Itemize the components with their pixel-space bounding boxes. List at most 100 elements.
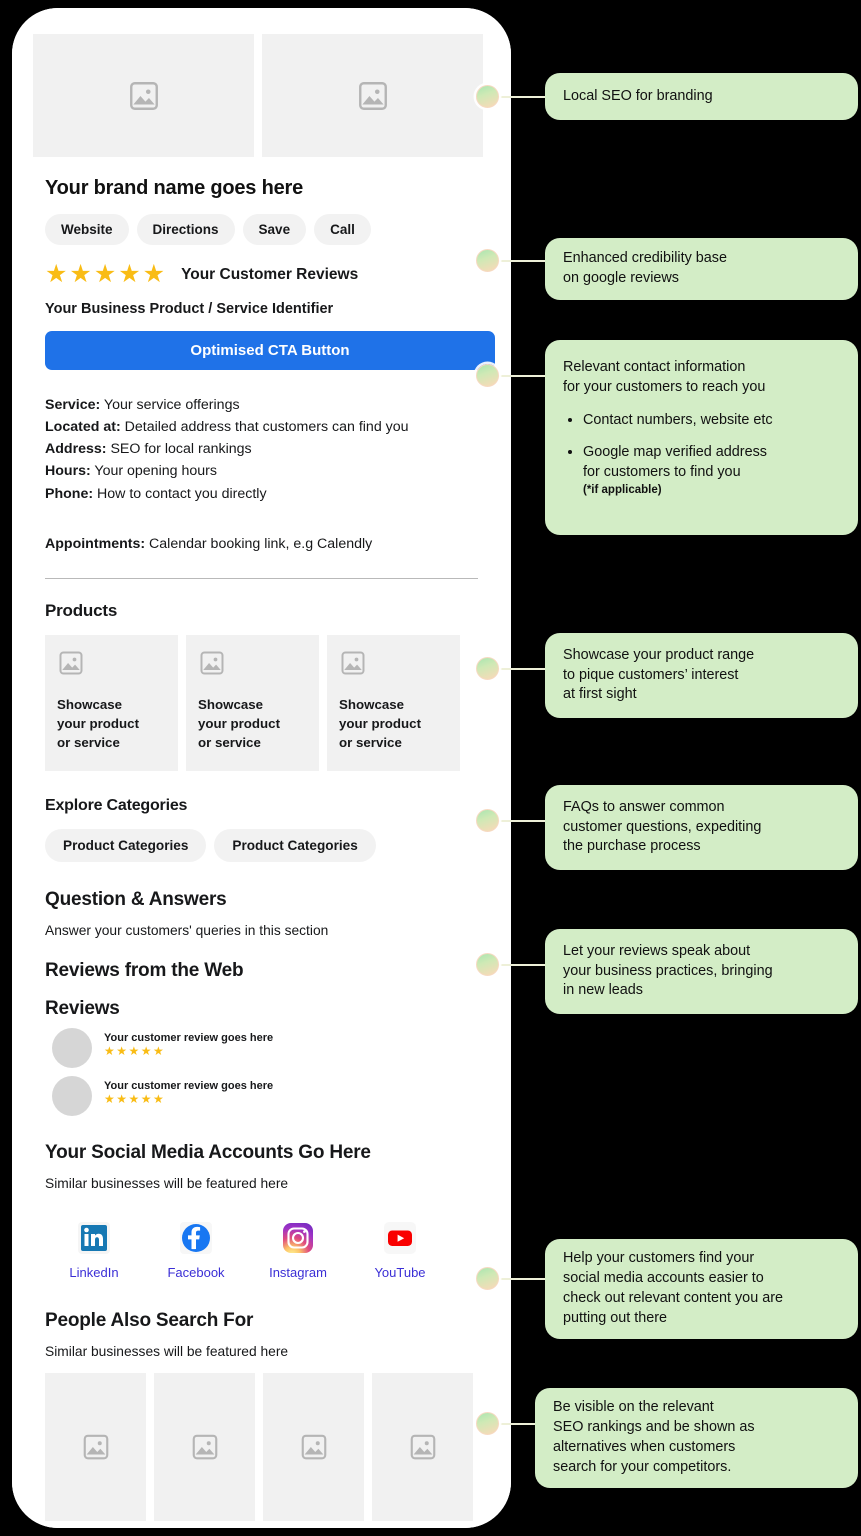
reviews-web-heading: Reviews from the Web xyxy=(45,959,244,981)
contact-line-hours: Hours: Your opening hours xyxy=(45,460,490,482)
callout-7: Help your customers find your social med… xyxy=(545,1239,858,1339)
connector-line-2 xyxy=(498,260,546,262)
product-card-1[interactable]: Showcase your product or service xyxy=(45,634,178,771)
review-item: Your customer review goes here ★★★★★ xyxy=(45,1027,490,1068)
callout-3-bullet-2: Google map verified address for customer… xyxy=(583,443,840,500)
reviews-list: Your customer review goes here ★★★★★ You… xyxy=(45,1027,490,1116)
review-item: Your customer review goes here ★★★★★ xyxy=(45,1075,490,1116)
product-card-2[interactable]: Showcase your product or service xyxy=(186,634,319,771)
pasf-heading: People Also Search For xyxy=(45,1309,254,1331)
callout-3-bullets: Contact numbers, website etc Google map … xyxy=(563,411,840,499)
callout-5: FAQs to answer common customer questions… xyxy=(545,785,858,870)
callout-4: Showcase your product range to pique cus… xyxy=(545,633,858,718)
connector-dot-6 xyxy=(476,953,499,976)
image-placeholder-icon xyxy=(57,649,166,682)
contact-line-service: Service: Your service offerings xyxy=(45,394,490,416)
connector-dot-5 xyxy=(476,809,499,832)
pasf-image-placeholder-1[interactable] xyxy=(45,1372,146,1521)
social-heading: Your Social Media Accounts Go Here xyxy=(45,1141,371,1163)
rating-row: ★★★★★ Your Customer Reviews xyxy=(45,262,490,287)
call-button[interactable]: Call xyxy=(314,214,371,245)
callout-6-text: Let your reviews speak about your busine… xyxy=(563,942,773,999)
qa-body: Answer your customers' queries in this s… xyxy=(45,922,329,938)
youtube-icon xyxy=(379,1221,421,1263)
connector-line-4 xyxy=(498,668,546,670)
social-link-facebook[interactable]: Facebook xyxy=(167,1217,225,1282)
product-card-label: Showcase your product or service xyxy=(339,696,421,750)
social-link-label: Instagram xyxy=(269,1264,327,1280)
category-chip-1[interactable]: Product Categories xyxy=(45,828,207,862)
website-button[interactable]: Website xyxy=(45,214,129,245)
hero-image-row xyxy=(33,34,490,157)
pasf-row xyxy=(45,1372,490,1521)
page-title: Your brand name goes here xyxy=(45,177,304,199)
social-link-youtube[interactable]: YouTube xyxy=(371,1217,429,1282)
hero-image-placeholder-2[interactable] xyxy=(262,34,483,157)
pasf-image-placeholder-2[interactable] xyxy=(154,1372,255,1521)
callout-8: Be visible on the relevant SEO rankings … xyxy=(535,1388,858,1488)
phone-mockup: Your brand name goes here Website Direct… xyxy=(12,8,511,1528)
pasf-image-placeholder-3[interactable] xyxy=(263,1372,364,1521)
facebook-icon xyxy=(175,1221,217,1263)
callout-3-bullet-1: Contact numbers, website etc xyxy=(583,411,840,431)
callout-3-bullet-2-note: (*if applicable) xyxy=(583,484,662,497)
diagram-canvas: Your brand name goes here Website Direct… xyxy=(0,0,861,1536)
instagram-icon xyxy=(277,1222,319,1263)
callout-3-title: Relevant contact information for your cu… xyxy=(563,359,766,395)
callout-5-text: FAQs to answer common customer questions… xyxy=(563,798,762,855)
review-text: Your customer review goes here xyxy=(104,1079,274,1092)
connector-dot-1 xyxy=(476,85,499,108)
avatar xyxy=(52,1075,92,1116)
qa-heading: Question & Answers xyxy=(45,888,227,910)
connector-line-7 xyxy=(498,1278,546,1280)
pasf-body: Similar businesses will be featured here xyxy=(45,1343,289,1359)
callout-3-bullet-2-text: Google map verified address for customer… xyxy=(583,443,767,480)
social-link-label: Facebook xyxy=(167,1264,225,1280)
connector-line-5 xyxy=(498,820,546,822)
linkedin-icon xyxy=(73,1221,115,1263)
category-chip-2[interactable]: Product Categories xyxy=(214,828,376,862)
review-text: Your customer review goes here xyxy=(104,1031,274,1044)
callout-8-text: Be visible on the relevant SEO rankings … xyxy=(553,1399,755,1475)
action-button-row: Website Directions Save Call xyxy=(45,214,490,245)
hero-image-placeholder-1[interactable] xyxy=(33,34,254,157)
connector-dot-2 xyxy=(476,249,499,272)
phone-screen: Your brand name goes here Website Direct… xyxy=(12,8,511,1528)
contact-value-address: SEO for local rankings xyxy=(106,441,252,458)
callout-7-text: Help your customers find your social med… xyxy=(563,1250,783,1326)
products-heading: Products xyxy=(45,600,118,620)
social-links-row: LinkedIn Facebook Instagram YouTube xyxy=(65,1217,490,1282)
review-body: Your customer review goes here ★★★★★ xyxy=(104,1028,273,1060)
contact-value-phone: How to contact you directly xyxy=(93,485,267,502)
connector-line-3 xyxy=(498,375,546,377)
cta-button[interactable]: Optimised CTA Button xyxy=(45,331,495,370)
connector-dot-4 xyxy=(476,657,499,680)
section-divider xyxy=(45,577,478,579)
avatar xyxy=(52,1027,92,1068)
directions-button[interactable]: Directions xyxy=(136,214,235,245)
review-star-rating-icon: ★★★★★ xyxy=(104,1091,166,1106)
pasf-image-placeholder-4[interactable] xyxy=(372,1372,473,1521)
social-body: Similar businesses will be featured here xyxy=(45,1175,289,1191)
reviews-heading: Reviews xyxy=(45,997,120,1019)
callout-6: Let your reviews speak about your busine… xyxy=(545,929,858,1014)
connector-dot-8 xyxy=(476,1412,499,1435)
callout-4-text: Showcase your product range to pique cus… xyxy=(563,646,755,703)
business-identifier: Your Business Product / Service Identifi… xyxy=(45,301,334,317)
product-card-3[interactable]: Showcase your product or service xyxy=(327,634,460,771)
callout-3: Relevant contact information for your cu… xyxy=(545,340,858,535)
review-star-rating-icon: ★★★★★ xyxy=(104,1043,166,1058)
contact-label-hours: Hours: xyxy=(45,463,91,480)
review-body: Your customer review goes here ★★★★★ xyxy=(104,1076,273,1108)
social-link-linkedin[interactable]: LinkedIn xyxy=(65,1217,123,1282)
callout-1: Local SEO for branding xyxy=(545,73,858,120)
contact-line-located: Located at: Detailed address that custom… xyxy=(45,416,490,438)
appointments-line: Appointments: Calendar booking link, e.g… xyxy=(45,536,490,552)
callout-1-text: Local SEO for branding xyxy=(563,87,713,104)
social-link-label: YouTube xyxy=(374,1264,426,1280)
social-link-instagram[interactable]: Instagram xyxy=(269,1217,327,1282)
save-button[interactable]: Save xyxy=(242,214,307,245)
image-placeholder-icon xyxy=(339,649,448,682)
connector-dot-3 xyxy=(476,364,499,387)
explore-categories-heading: Explore Categories xyxy=(45,796,188,814)
